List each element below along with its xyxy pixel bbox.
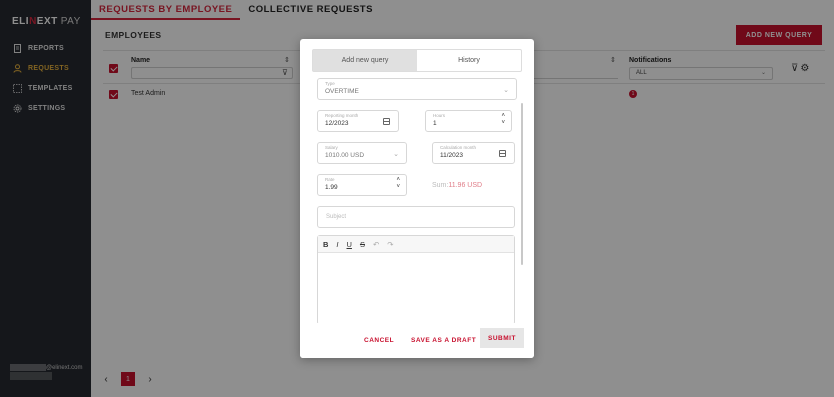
rich-text-editor[interactable]: B I U S ↶ ↷ bbox=[317, 235, 515, 325]
italic-button[interactable]: I bbox=[336, 240, 338, 249]
type-select[interactable]: Type OVERTIME ⌄ bbox=[317, 78, 517, 100]
tab-add-new-query[interactable]: Add new query bbox=[313, 50, 417, 71]
hours-value: 1 bbox=[433, 120, 437, 127]
sum-display: Sum:11.96 USD bbox=[432, 182, 482, 189]
modal-footer: CANCEL SAVE AS A DRAFT SUBMIT bbox=[300, 323, 534, 358]
calendar-icon[interactable] bbox=[499, 150, 506, 157]
modal-tabs: Add new query History bbox=[312, 49, 522, 72]
reporting-month-value: 12/2023 bbox=[325, 120, 349, 127]
rate-label: Rate bbox=[325, 177, 335, 182]
bold-button[interactable]: B bbox=[323, 240, 328, 249]
type-label: Type bbox=[325, 81, 335, 86]
calculation-month-value: 11/2023 bbox=[440, 152, 464, 159]
subject-placeholder: Subject bbox=[326, 214, 347, 220]
save-draft-button[interactable]: SAVE AS A DRAFT bbox=[411, 337, 476, 344]
salary-label: Salary bbox=[325, 145, 338, 150]
hours-label: Hours bbox=[433, 113, 446, 118]
modal-scrollbar[interactable] bbox=[521, 103, 523, 265]
new-query-modal: Add new query History Type OVERTIME ⌄ Re… bbox=[300, 39, 534, 358]
rate-value: 1.99 bbox=[325, 184, 338, 191]
salary-value: 1010.00 USD bbox=[325, 152, 365, 159]
cancel-button[interactable]: CANCEL bbox=[364, 337, 394, 344]
undo-icon[interactable]: ↶ bbox=[373, 240, 379, 249]
editor-toolbar: B I U S ↶ ↷ bbox=[318, 236, 514, 253]
salary-select[interactable]: Salary 1010.00 USD ⌄ bbox=[317, 142, 407, 164]
sum-value: 11.96 USD bbox=[448, 182, 483, 189]
reporting-month-field[interactable]: Reporting month 12/2023 bbox=[317, 110, 399, 132]
strikethrough-button[interactable]: S bbox=[360, 240, 365, 249]
sum-label: Sum: bbox=[432, 182, 449, 189]
rate-stepper[interactable]: Rate 1.99 ˄ ˅ bbox=[317, 174, 407, 196]
chevron-down-icon: ⌄ bbox=[503, 87, 509, 94]
calendar-icon[interactable] bbox=[383, 118, 390, 125]
calculation-month-field[interactable]: Calculation month 11/2023 bbox=[432, 142, 515, 164]
stepper-arrows-icon[interactable]: ˄ ˅ bbox=[501, 113, 505, 127]
underline-button[interactable]: U bbox=[347, 240, 352, 249]
stepper-arrows-icon[interactable]: ˄ ˅ bbox=[396, 177, 400, 191]
chevron-down-icon: ⌄ bbox=[393, 151, 399, 158]
calculation-month-label: Calculation month bbox=[440, 145, 477, 150]
hours-stepper[interactable]: Hours 1 ˄ ˅ bbox=[425, 110, 512, 132]
redo-icon[interactable]: ↷ bbox=[387, 240, 393, 249]
type-value: OVERTIME bbox=[325, 88, 359, 95]
subject-input[interactable]: Subject bbox=[317, 206, 515, 228]
tab-history[interactable]: History bbox=[417, 50, 521, 71]
reporting-month-label: Reporting month bbox=[325, 113, 359, 118]
submit-button[interactable]: SUBMIT bbox=[480, 328, 524, 348]
